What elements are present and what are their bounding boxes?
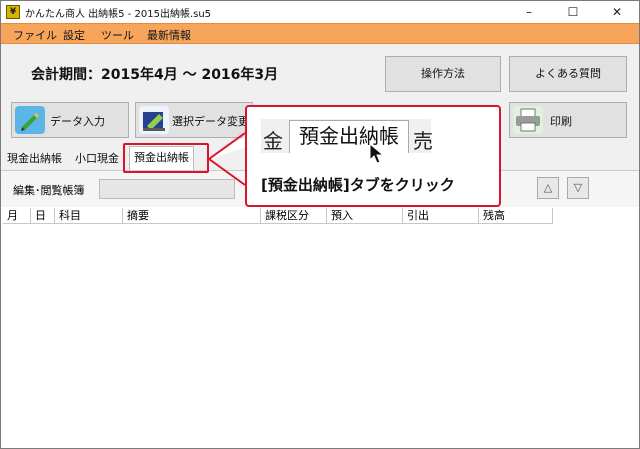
mouse-cursor-icon: [369, 143, 385, 164]
zoom-left-glyph: 金: [263, 129, 283, 153]
instruction-text: [預金出納帳]タブをクリック: [261, 176, 455, 194]
instruction-callout: 金 預金出納帳 売 [預金出納帳]タブをクリック: [245, 105, 501, 207]
zoomed-deposit-tab: 預金出納帳: [289, 120, 409, 153]
callout-pointer: [208, 132, 247, 186]
zoomed-tab-strip: 金 預金出納帳 売: [261, 119, 433, 153]
zoom-right-glyph: 売: [413, 129, 433, 153]
app-window: ¥ かんたん商人 出納帳5 - 2015出納帳.su5 – ☐ ✕ ファイル 設…: [0, 0, 640, 449]
